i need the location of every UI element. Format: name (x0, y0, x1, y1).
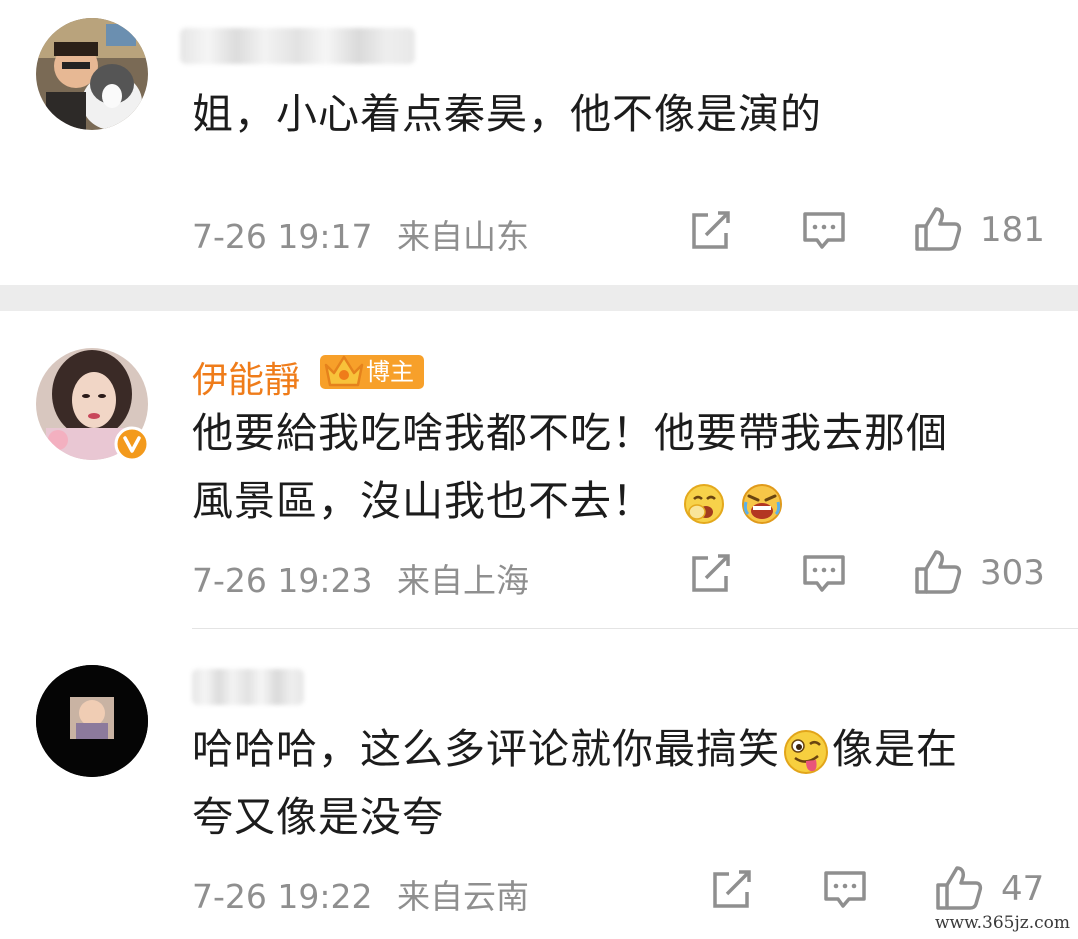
comment-date: 7-26 19:23 (192, 561, 373, 600)
comment-text-fragment: 像是在 (832, 725, 958, 773)
like-count: 47 (1001, 869, 1045, 909)
yawn-emoji (684, 484, 725, 524)
comment-item: 姐，小心着点秦昊，他不像是演的 7-26 19:17 来自山东 181 (0, 0, 1078, 285)
comment-text: 哈哈哈，这么多评论就你最搞笑 像是在 夸又像是没夸 (192, 715, 958, 851)
comment-meta: 7-26 19:23 来自上海 (192, 554, 543, 602)
share-icon[interactable] (711, 870, 753, 910)
watermark: www.365jz.com (935, 913, 1070, 933)
like-icon[interactable] (914, 549, 962, 595)
comment-icon[interactable] (823, 870, 867, 910)
comment-icon[interactable] (802, 554, 846, 594)
blurred-username (192, 669, 304, 705)
comment-text: 姐，小心着点秦昊，他不像是演的 (192, 90, 822, 138)
comment-location: 来自云南 (397, 877, 529, 916)
comment-text-line: 哈哈哈，这么多评论就你最搞笑 像是在 (192, 715, 958, 783)
comment-text-line: 夸又像是没夸 (192, 793, 444, 841)
comment-text-fragment: 哈哈哈，这么多评论就你最搞笑 (192, 725, 780, 773)
comment-meta: 7-26 19:22 来自云南 (192, 870, 543, 918)
crying-emoji (742, 484, 783, 524)
like-count: 303 (980, 553, 1045, 593)
comment-date: 7-26 19:22 (192, 877, 373, 916)
verified-icon (114, 426, 150, 462)
comment-date: 7-26 19:17 (192, 217, 373, 256)
share-icon[interactable] (690, 211, 732, 251)
comment-item: 哈哈哈，这么多评论就你最搞笑 像是在 夸又像是没夸 7-26 19:22 来自云… (0, 629, 1078, 939)
comment-text-fragment: 風景區，沒山我也不去！ (192, 477, 654, 525)
avatar[interactable] (36, 18, 148, 130)
comment-item: 伊能靜 博主 他要給我吃啥我都不吃！他要帶我去那個 風景區，沒山我也不去！ 7-… (0, 311, 1078, 628)
like-icon[interactable] (914, 206, 962, 252)
share-icon[interactable] (690, 554, 732, 594)
like-count: 181 (980, 210, 1045, 250)
badge-label: 博主 (366, 358, 414, 386)
comment-location: 来自上海 (397, 561, 529, 600)
username[interactable]: 伊能靜 (192, 351, 300, 403)
comment-text-line: 他要給我吃啥我都不吃！他要帶我去那個 (192, 409, 948, 457)
comment-location: 来自山东 (397, 217, 529, 256)
avatar[interactable] (36, 665, 148, 777)
tongue-emoji (784, 730, 828, 774)
status-badge: 博主 (320, 355, 424, 389)
section-divider (0, 285, 1078, 311)
comment-icon[interactable] (802, 211, 846, 251)
comment-text-line: 風景區，沒山我也不去！ (192, 467, 948, 535)
blurred-username (180, 28, 415, 64)
crown-icon (324, 355, 364, 387)
comment-text: 他要給我吃啥我都不吃！他要帶我去那個 風景區，沒山我也不去！ (192, 399, 948, 535)
like-icon[interactable] (935, 865, 983, 911)
comment-meta: 7-26 19:17 来自山东 (192, 210, 543, 258)
